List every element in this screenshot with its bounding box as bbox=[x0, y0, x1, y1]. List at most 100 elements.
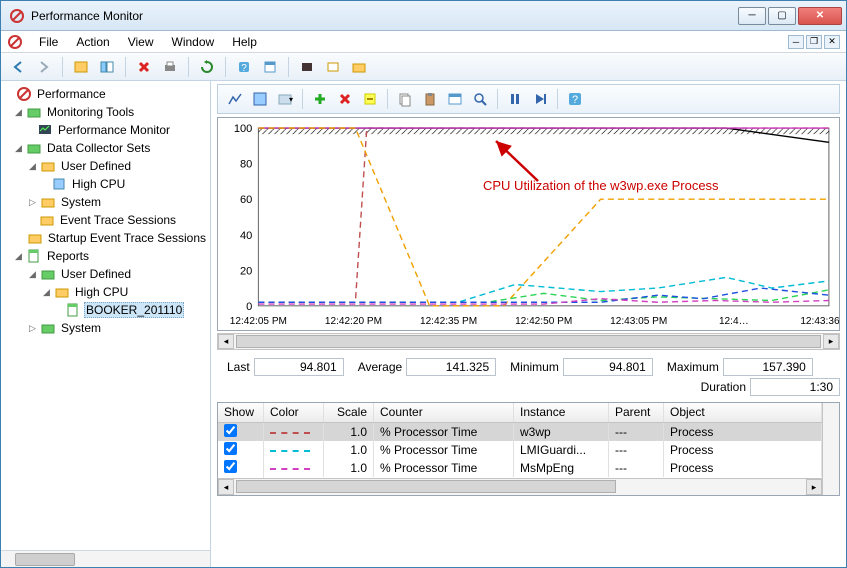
menu-help[interactable]: Help bbox=[224, 33, 265, 51]
reports-icon bbox=[26, 248, 42, 264]
scroll-left-icon[interactable]: ◂ bbox=[218, 334, 234, 349]
print-button[interactable] bbox=[159, 56, 181, 78]
close-button[interactable]: ✕ bbox=[798, 7, 842, 25]
instance-cell: LMIGuardi... bbox=[514, 441, 609, 459]
paste-button[interactable] bbox=[419, 88, 441, 110]
legend-row[interactable]: 1.0% Processor TimeLMIGuardi...---Proces… bbox=[218, 441, 822, 459]
minimize-button[interactable]: ─ bbox=[738, 7, 766, 25]
scroll-left-icon[interactable]: ◂ bbox=[218, 479, 234, 495]
tree-system-2[interactable]: ▷ System bbox=[3, 319, 208, 337]
add-counter-button[interactable] bbox=[309, 88, 331, 110]
scroll-right-icon[interactable]: ▸ bbox=[806, 479, 822, 495]
tree-startup-event[interactable]: Startup Event Trace Sessions bbox=[3, 229, 208, 247]
view-report-button[interactable]: ▾ bbox=[274, 88, 296, 110]
svg-text:40: 40 bbox=[240, 230, 252, 242]
show-checkbox[interactable] bbox=[224, 442, 237, 455]
scroll-thumb[interactable] bbox=[236, 480, 616, 493]
tree-high-cpu-2[interactable]: ◢ High CPU bbox=[3, 283, 208, 301]
highlight-button[interactable] bbox=[359, 88, 381, 110]
col-show[interactable]: Show bbox=[218, 403, 264, 422]
menu-view[interactable]: View bbox=[120, 33, 162, 51]
mdi-close[interactable]: ✕ bbox=[824, 35, 840, 49]
col-counter[interactable]: Counter bbox=[374, 403, 514, 422]
collapse-icon[interactable]: ◢ bbox=[27, 269, 38, 280]
collapse-icon[interactable]: ◢ bbox=[13, 107, 24, 118]
collapse-icon[interactable]: ◢ bbox=[13, 143, 24, 154]
help-button[interactable]: ? bbox=[233, 56, 255, 78]
svg-text:?: ? bbox=[572, 94, 578, 106]
tree-user-defined-1[interactable]: ◢ User Defined bbox=[3, 157, 208, 175]
tree[interactable]: Performance ◢ Monitoring Tools Performan… bbox=[1, 81, 210, 550]
chart-annotation: CPU Utilization of the w3wp.exe Process bbox=[483, 178, 719, 193]
tree-root[interactable]: Performance bbox=[3, 85, 208, 103]
mdi-restore[interactable]: ❐ bbox=[806, 35, 822, 49]
show-checkbox[interactable] bbox=[224, 424, 237, 437]
scale-cell: 1.0 bbox=[324, 459, 374, 477]
collapse-icon[interactable]: ◢ bbox=[41, 287, 52, 298]
dur-value: 1:30 bbox=[750, 378, 840, 396]
menu-action[interactable]: Action bbox=[68, 33, 117, 51]
col-color[interactable]: Color bbox=[264, 403, 324, 422]
legend-body[interactable]: 1.0% Processor Timew3wp---Process1.0% Pr… bbox=[218, 423, 822, 478]
toolbar-btn-12[interactable] bbox=[348, 56, 370, 78]
copy-button[interactable] bbox=[394, 88, 416, 110]
tree-dcs[interactable]: ◢ Data Collector Sets bbox=[3, 139, 208, 157]
tree-reports[interactable]: ◢ Reports bbox=[3, 247, 208, 265]
scroll-right-icon[interactable]: ▸ bbox=[823, 334, 839, 349]
tree-system-1[interactable]: ▷ System bbox=[3, 193, 208, 211]
tree-user-defined-2[interactable]: ◢ User Defined bbox=[3, 265, 208, 283]
toolbar-btn-11[interactable] bbox=[322, 56, 344, 78]
col-parent[interactable]: Parent bbox=[609, 403, 664, 422]
tree-high-cpu-1[interactable]: High CPU bbox=[3, 175, 208, 193]
properties2-button[interactable] bbox=[444, 88, 466, 110]
object-cell: Process bbox=[664, 441, 822, 459]
freeze-button[interactable] bbox=[504, 88, 526, 110]
tree-h-scrollbar[interactable] bbox=[1, 550, 210, 567]
col-instance[interactable]: Instance bbox=[514, 403, 609, 422]
chart-h-scrollbar[interactable]: ◂ ▸ bbox=[217, 333, 840, 350]
expand-icon[interactable]: ▷ bbox=[27, 323, 38, 334]
help2-button[interactable]: ? bbox=[564, 88, 586, 110]
legend-v-scrollbar[interactable] bbox=[822, 403, 839, 495]
view-histogram-button[interactable] bbox=[249, 88, 271, 110]
back-button[interactable] bbox=[7, 56, 29, 78]
toolbar-btn-9[interactable] bbox=[259, 56, 281, 78]
maximize-button[interactable]: ▢ bbox=[768, 7, 796, 25]
delete-button[interactable] bbox=[133, 56, 155, 78]
refresh-button[interactable] bbox=[196, 56, 218, 78]
show-hide-tree-button[interactable] bbox=[70, 56, 92, 78]
min-label: Minimum bbox=[510, 360, 559, 374]
col-scale[interactable]: Scale bbox=[324, 403, 374, 422]
legend-row[interactable]: 1.0% Processor TimeMsMpEng---Process bbox=[218, 459, 822, 477]
color-swatch bbox=[270, 432, 310, 434]
legend-h-scrollbar[interactable]: ◂ ▸ bbox=[218, 478, 822, 495]
perf-icon bbox=[16, 86, 32, 102]
chart-area[interactable]: 02040608010012:42:05 PM12:42:20 PM12:42:… bbox=[217, 117, 840, 331]
update-button[interactable] bbox=[529, 88, 551, 110]
svg-text:12:42:05 PM: 12:42:05 PM bbox=[230, 316, 287, 327]
tree-booker-report[interactable]: BOOKER_201110 bbox=[3, 301, 208, 319]
toolbar-btn-10[interactable] bbox=[296, 56, 318, 78]
menu-file[interactable]: File bbox=[31, 33, 66, 51]
zoom-button[interactable] bbox=[469, 88, 491, 110]
delete-counter-button[interactable] bbox=[334, 88, 356, 110]
scroll-thumb[interactable] bbox=[236, 335, 821, 348]
collapse-icon[interactable]: ◢ bbox=[13, 251, 24, 262]
folder-icon bbox=[27, 230, 43, 246]
properties-button[interactable] bbox=[96, 56, 118, 78]
collapse-icon[interactable]: ◢ bbox=[27, 161, 38, 172]
menu-window[interactable]: Window bbox=[164, 33, 223, 51]
tree-monitoring-tools[interactable]: ◢ Monitoring Tools bbox=[3, 103, 208, 121]
window: Performance Monitor ─ ▢ ✕ File Action Vi… bbox=[0, 0, 847, 568]
view-graph-button[interactable] bbox=[224, 88, 246, 110]
tree-perfmon[interactable]: Performance Monitor bbox=[3, 121, 208, 139]
collapse-icon[interactable] bbox=[3, 89, 14, 100]
mdi-minimize[interactable]: ─ bbox=[788, 35, 804, 49]
tree-event-trace[interactable]: Event Trace Sessions bbox=[3, 211, 208, 229]
col-object[interactable]: Object bbox=[664, 403, 822, 422]
color-swatch bbox=[270, 468, 310, 470]
expand-icon[interactable]: ▷ bbox=[27, 197, 38, 208]
forward-button[interactable] bbox=[33, 56, 55, 78]
legend-row[interactable]: 1.0% Processor Timew3wp---Process bbox=[218, 423, 822, 441]
show-checkbox[interactable] bbox=[224, 460, 237, 473]
